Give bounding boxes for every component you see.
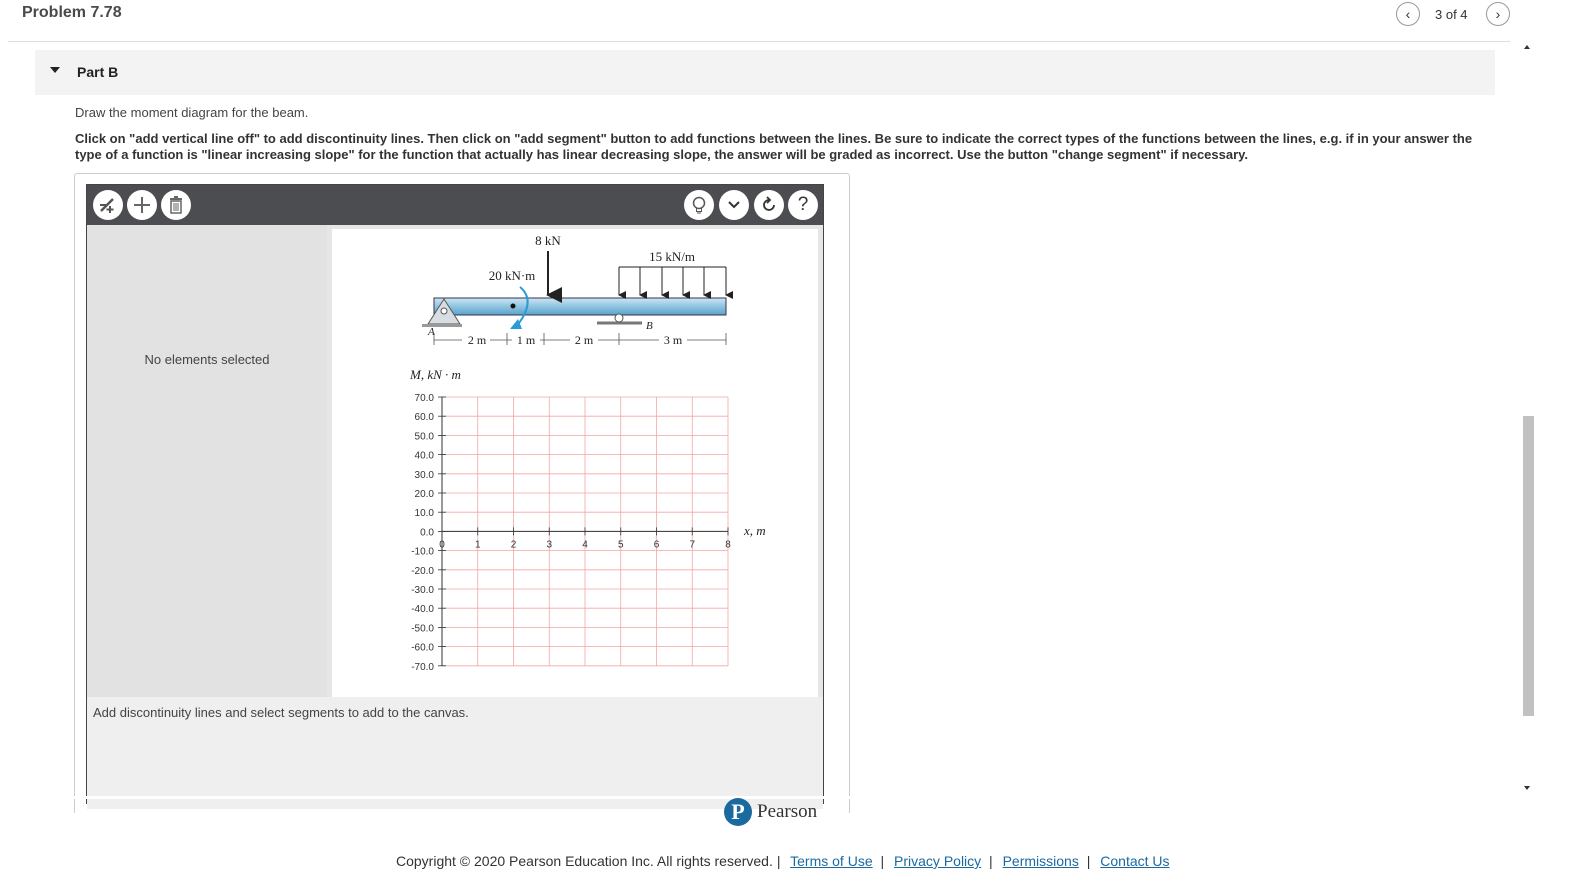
copyright-text: Copyright © 2020 Pearson Education Inc. … (396, 853, 773, 869)
plot-xlabel: x, m (743, 523, 766, 538)
y-tick-label: 50.0 (415, 431, 435, 442)
status-text: Add discontinuity lines and select segme… (93, 705, 469, 720)
support-b-label: B (646, 320, 653, 332)
footer: Copyright © 2020 Pearson Education Inc. … (396, 853, 1170, 869)
y-tick-label: 40.0 (415, 451, 435, 462)
dim-label: 1 m (517, 333, 536, 347)
header-divider (8, 41, 1510, 42)
y-tick-label: -40.0 (411, 604, 434, 615)
no-selection-text: No elements selected (144, 352, 270, 367)
distributed-load-arrows (618, 267, 733, 299)
beam (433, 297, 727, 316)
x-tick-label: 1 (475, 539, 481, 550)
y-tick-label: 0.0 (420, 527, 434, 538)
scroll-down-icon[interactable] (1524, 786, 1530, 790)
contact-link[interactable]: Contact Us (1100, 853, 1169, 869)
chevron-left-icon[interactable]: ‹ (1396, 2, 1420, 26)
x-tick-label: 2 (511, 539, 517, 550)
y-tick-label: 10.0 (415, 508, 435, 519)
x-tick-label: 7 (689, 539, 695, 550)
point-load-label: 8 kN (535, 233, 561, 248)
add-vertical-line-icon[interactable] (93, 190, 123, 220)
pearson-p-icon: P (724, 798, 752, 826)
pearson-logo: P Pearson (724, 798, 817, 826)
properties-panel (87, 225, 327, 697)
x-tick-label: 3 (546, 539, 552, 550)
scrollbar-thumb[interactable] (1523, 416, 1534, 716)
part-label[interactable]: Part B (77, 64, 118, 80)
dim-label: 3 m (664, 333, 683, 347)
permissions-link[interactable]: Permissions (1003, 853, 1079, 869)
y-tick-label: -30.0 (411, 585, 434, 596)
caret-down-icon[interactable] (50, 67, 60, 73)
y-tick-label: -50.0 (411, 623, 434, 634)
terms-link[interactable]: Terms of Use (790, 853, 872, 869)
instruction-text: Draw the moment diagram for the beam. (75, 105, 309, 120)
instruction-detail: Click on "add vertical line off" to add … (75, 131, 1473, 162)
x-tick-label: 4 (582, 539, 588, 550)
x-tick-label: 6 (654, 539, 660, 550)
beam-figure: A B 8 kN 15 kN/m 20 kN·m 2 m 1 m 2 m 3 m… (409, 233, 766, 673)
problem-title: Problem 7.78 (22, 4, 122, 21)
y-tick-label: 70.0 (415, 393, 435, 404)
reset-icon[interactable] (754, 190, 784, 220)
y-tick-label: 30.0 (415, 470, 435, 481)
y-tick-label: -20.0 (411, 566, 434, 577)
plot-axes: 70.060.050.040.030.020.010.0-10.0-20.0-3… (411, 393, 731, 673)
lightbulb-icon[interactable] (684, 190, 714, 220)
chevron-down-icon[interactable] (719, 190, 749, 220)
trash-icon[interactable] (161, 190, 191, 220)
y-tick-label: -10.0 (411, 547, 434, 558)
pager-text: 3 of 4 (1435, 7, 1468, 22)
privacy-link[interactable]: Privacy Policy (894, 853, 981, 869)
x-tick-label: 5 (618, 539, 624, 550)
chevron-right-icon[interactable]: › (1486, 2, 1510, 26)
plot-ylabel: M, kN · m (409, 367, 461, 382)
y-tick-label: 20.0 (415, 489, 435, 500)
moment-label: 20 kN·m (489, 268, 536, 283)
dim-label: 2 m (575, 333, 594, 347)
scroll-up-icon[interactable] (1524, 45, 1530, 49)
help-icon[interactable]: ? (788, 190, 818, 220)
distributed-load-label: 15 kN/m (649, 249, 695, 264)
y-tick-label: -60.0 (411, 643, 434, 654)
add-segment-icon[interactable] (127, 190, 157, 220)
part-header[interactable] (35, 50, 1495, 95)
y-tick-label: -70.0 (411, 662, 434, 673)
dim-label: 2 m (468, 333, 487, 347)
y-tick-label: 60.0 (415, 412, 435, 423)
x-tick-label: 8 (725, 539, 731, 550)
pearson-wordmark: Pearson (757, 801, 818, 822)
